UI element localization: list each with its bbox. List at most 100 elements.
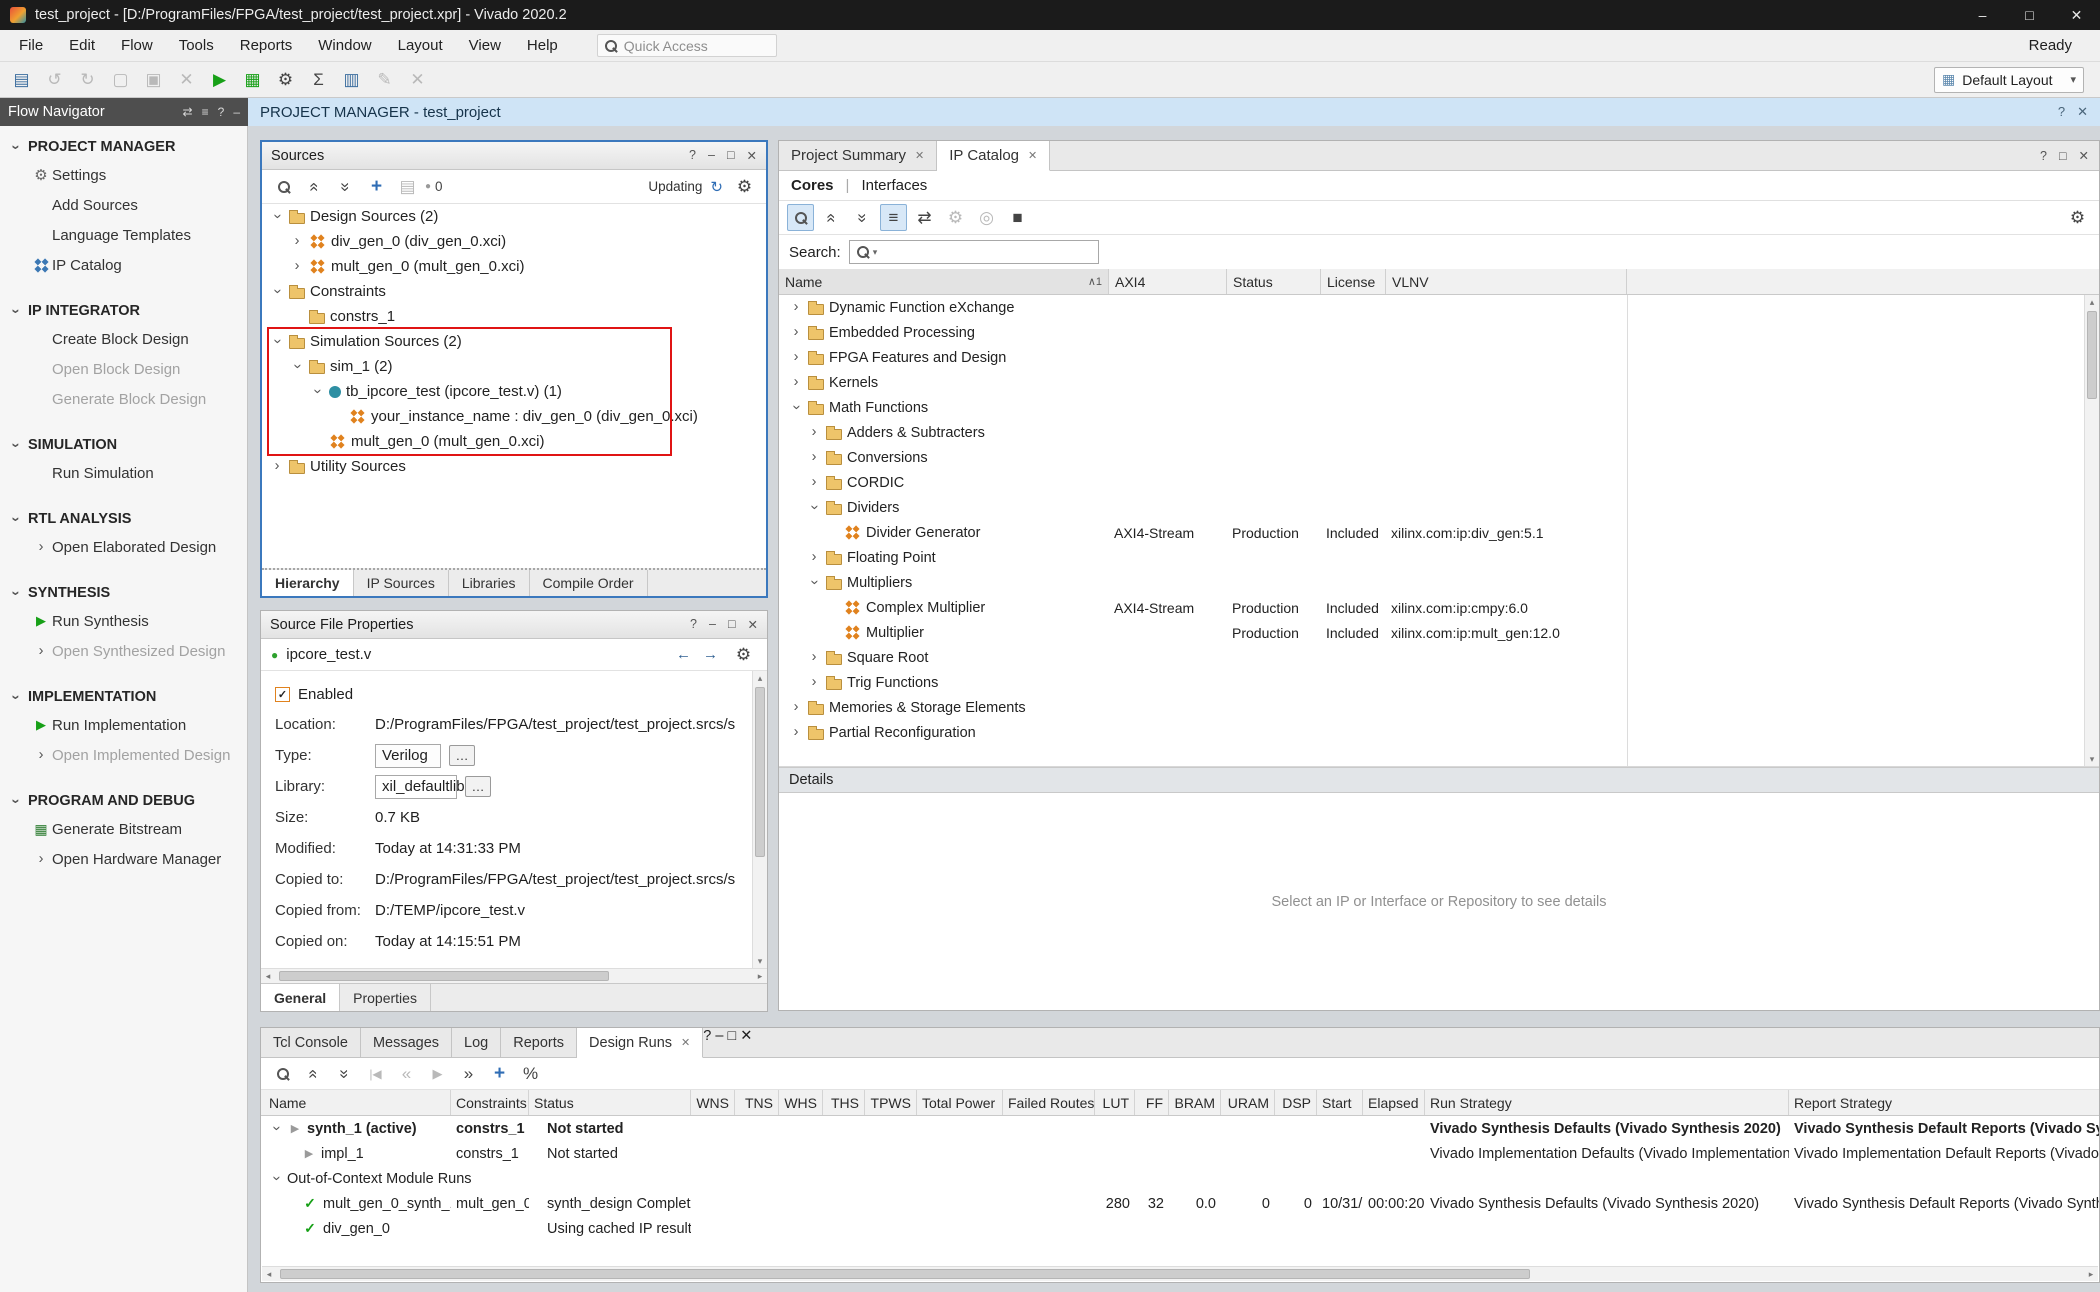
flow-item-settings[interactable]: ⚙Settings [0, 160, 247, 190]
column-name[interactable]: Name [261, 1090, 451, 1115]
run-row-div-gen-0[interactable]: ✓div_gen_0 Using cached IP results [261, 1216, 2099, 1241]
ip-row-floating-point[interactable]: ›Floating Point [779, 545, 2099, 570]
tab-hierarchy[interactable]: Hierarchy [262, 570, 354, 596]
scroll-down-icon[interactable]: ▾ [753, 954, 767, 968]
run-row-impl-1[interactable]: ▶impl_1 constrs_1 Not started Vivado Imp… [261, 1141, 2099, 1166]
maximize-icon[interactable]: □ [2006, 0, 2053, 30]
column-ths[interactable]: THS [823, 1090, 865, 1115]
tree-row-tb-ipcore-test[interactable]: ›tb_ipcore_test (ipcore_test.v) (1) [262, 379, 766, 404]
step-back-icon[interactable]: « [393, 1060, 420, 1087]
column-status[interactable]: Status [1227, 269, 1321, 294]
column-ff[interactable]: FF [1135, 1090, 1169, 1115]
menu-view[interactable]: View [456, 37, 514, 54]
column-uram[interactable]: URAM [1221, 1090, 1275, 1115]
help-icon[interactable]: ? [703, 1028, 711, 1044]
scroll-up-icon[interactable]: ▴ [2085, 295, 2099, 309]
save-icon[interactable]: ▤ [8, 66, 35, 93]
column-tpws[interactable]: TPWS [865, 1090, 917, 1115]
expander-icon[interactable]: › [789, 725, 803, 740]
type-select[interactable]: Verilog [375, 744, 441, 768]
ip-row-complex-multiplier[interactable]: ›Complex MultiplierAXI4-StreamProduction… [779, 595, 2099, 620]
minimize-icon[interactable]: ‒ [233, 105, 240, 119]
expander-icon[interactable]: › [807, 475, 821, 490]
quick-access-search[interactable]: Quick Access [597, 34, 777, 57]
column-status[interactable]: Status [529, 1090, 691, 1115]
collapse-all-icon[interactable]: « [818, 204, 845, 231]
section-simulation[interactable]: ›SIMULATION [0, 432, 247, 458]
column-axi4[interactable]: AXI4 [1109, 269, 1227, 294]
subtab-interfaces[interactable]: Interfaces [861, 177, 927, 194]
menu-window[interactable]: Window [305, 37, 384, 54]
ip-row-cordic[interactable]: ›CORDIC [779, 470, 2099, 495]
ip-row-multipliers[interactable]: ›Multipliers [779, 570, 2099, 595]
sum-icon[interactable]: Σ [305, 66, 332, 93]
expander-icon[interactable]: › [8, 140, 23, 154]
expand-all-icon[interactable]: » [331, 1060, 358, 1087]
expander-icon[interactable]: › [8, 690, 23, 704]
gear-icon[interactable]: ⚙ [731, 173, 758, 200]
flow-item-generate-bitstream[interactable]: ▦Generate Bitstream [0, 814, 247, 844]
expander-icon[interactable]: › [270, 459, 284, 474]
scroll-up-icon[interactable]: ▴ [753, 671, 767, 685]
tree-row-your-instance-name[interactable]: ›your_instance_name : div_gen_0 (div_gen… [262, 404, 766, 429]
scroll-left-icon[interactable]: ◂ [262, 1267, 276, 1281]
ip-row-dividers[interactable]: ›Dividers [779, 495, 2099, 520]
copy-icon[interactable]: ▢ [107, 66, 134, 93]
paste-icon[interactable]: ▣ [140, 66, 167, 93]
expander-icon[interactable]: › [789, 401, 804, 415]
expander-icon[interactable]: › [270, 210, 285, 224]
layout-selector[interactable]: ▦ Default Layout ▾ [1934, 67, 2084, 93]
menu-help[interactable]: Help [514, 37, 571, 54]
tab-design-runs[interactable]: Design Runs✕ [577, 1028, 703, 1058]
expander-icon[interactable]: › [269, 1172, 284, 1186]
close-icon[interactable]: ✕ [2079, 148, 2089, 163]
help-icon[interactable]: ? [218, 105, 225, 119]
flow-item-open-elaborated-design[interactable]: ›Open Elaborated Design [0, 532, 247, 562]
ip-row-partial-reconfiguration[interactable]: ›Partial Reconfiguration [779, 720, 2099, 745]
scrollbar-thumb[interactable] [279, 971, 609, 981]
column-license[interactable]: License [1321, 269, 1386, 294]
expander-icon[interactable]: › [269, 1122, 284, 1136]
expander-icon[interactable]: › [290, 360, 305, 374]
enabled-checkbox[interactable]: ✓ [275, 687, 290, 702]
menu-flow[interactable]: Flow [108, 37, 166, 54]
section-rtl-analysis[interactable]: ›RTL ANALYSIS [0, 506, 247, 532]
close-icon[interactable]: ✕ [915, 149, 924, 162]
menu-reports[interactable]: Reports [227, 37, 306, 54]
ip-row-kernels[interactable]: ›Kernels [779, 370, 2099, 395]
column-dsp[interactable]: DSP [1275, 1090, 1317, 1115]
column-bram[interactable]: BRAM [1169, 1090, 1221, 1115]
cancel-icon[interactable]: ✕ [404, 66, 431, 93]
ip-row-memories-storage[interactable]: ›Memories & Storage Elements [779, 695, 2099, 720]
tree-row-div-gen-0[interactable]: ›div_gen_0 (div_gen_0.xci) [262, 229, 766, 254]
tree-row-mult-gen-0[interactable]: ›mult_gen_0 (mult_gen_0.xci) [262, 254, 766, 279]
run-row-synth-1[interactable]: ›▶synth_1 (active) constrs_1 Not started… [261, 1116, 2099, 1141]
minimize-icon[interactable]: ‒ [708, 148, 715, 163]
create-runs-icon[interactable]: + [486, 1060, 513, 1087]
expander-icon[interactable]: › [807, 550, 821, 565]
restore-layout-icon[interactable]: ⇄ [911, 204, 938, 231]
flow-item-run-implementation[interactable]: ▶Run Implementation [0, 710, 247, 740]
ip-row-conversions[interactable]: ›Conversions [779, 445, 2099, 470]
flow-item-language-templates[interactable]: Language Templates [0, 220, 247, 250]
float-icon[interactable]: □ [2059, 149, 2067, 163]
help-icon[interactable]: ? [2040, 149, 2047, 163]
run-row-ooc-group[interactable]: ›Out-of-Context Module Runs [261, 1166, 2099, 1191]
scroll-down-icon[interactable]: ▾ [2085, 752, 2099, 766]
tree-row-constrs-1[interactable]: ›constrs_1 [262, 304, 766, 329]
scrollbar-thumb[interactable] [755, 687, 765, 857]
library-input[interactable]: xil_defaultlib [375, 775, 457, 799]
ip-row-adders-subtracters[interactable]: ›Adders & Subtracters [779, 420, 2099, 445]
undo-icon[interactable]: ↺ [41, 66, 68, 93]
expander-icon[interactable]: › [807, 450, 821, 465]
expander-icon[interactable]: › [807, 650, 821, 665]
expander-icon[interactable]: › [789, 700, 803, 715]
redo-icon[interactable]: ↻ [74, 66, 101, 93]
expand-all-icon[interactable]: » [849, 204, 876, 231]
float-icon[interactable]: □ [727, 1028, 736, 1044]
close-icon[interactable]: ✕ [681, 1036, 690, 1049]
delete-icon[interactable]: ✕ [173, 66, 200, 93]
ip-row-embedded-processing[interactable]: ›Embedded Processing [779, 320, 2099, 345]
add-sources-icon[interactable]: + [363, 173, 390, 200]
column-elapsed[interactable]: Elapsed [1363, 1090, 1425, 1115]
